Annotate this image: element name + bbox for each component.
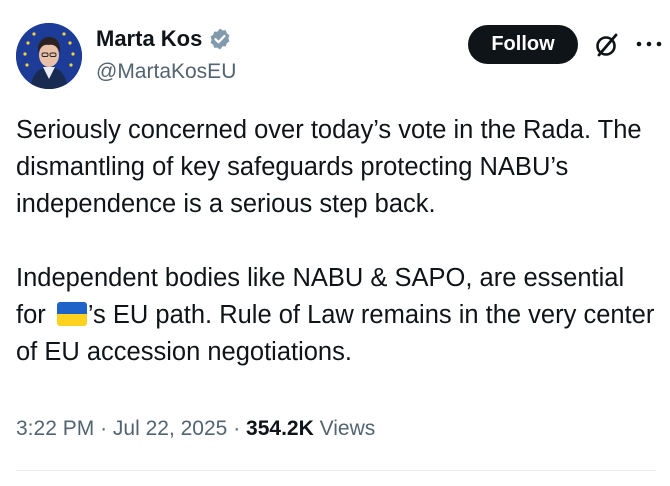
tweet-paragraph-1: Seriously concerned over today’s vote in… xyxy=(16,116,642,218)
avatar[interactable] xyxy=(16,23,82,89)
views-label: Views xyxy=(319,417,376,440)
tweet-card: Marta Kos @MartaKosEU Follow Seriously c… xyxy=(0,0,670,486)
meta-separator: · xyxy=(100,417,108,440)
tweet-meta: 3:22 PM · Jul 22, 2025 · 354.2K Views xyxy=(16,414,375,444)
meta-separator-2: · xyxy=(233,417,241,440)
tweet-text: Seriously concerned over today’s vote in… xyxy=(16,112,656,371)
follow-button[interactable]: Follow xyxy=(468,25,578,64)
author-handle[interactable]: @MartaKosEU xyxy=(96,58,236,86)
tweet-paragraph-2-end: ’s EU path. Rule of Law remains in the v… xyxy=(16,301,655,366)
author-name-row: Marta Kos xyxy=(96,24,232,54)
tweet-paragraph-2: Independent bodies like NABU & SAPO, are… xyxy=(16,260,656,371)
avatar-image xyxy=(16,23,82,89)
tweet-date[interactable]: Jul 22, 2025 xyxy=(113,417,227,440)
ukraine-flag-icon xyxy=(56,302,87,326)
grok-slash-icon[interactable] xyxy=(593,31,621,59)
tweet-time[interactable]: 3:22 PM xyxy=(16,417,94,440)
divider xyxy=(16,470,656,471)
more-dots-icon[interactable] xyxy=(636,40,662,48)
author-display-name[interactable]: Marta Kos xyxy=(96,24,202,54)
views-count: 354.2K xyxy=(246,417,314,440)
verified-badge-icon[interactable] xyxy=(208,27,232,51)
